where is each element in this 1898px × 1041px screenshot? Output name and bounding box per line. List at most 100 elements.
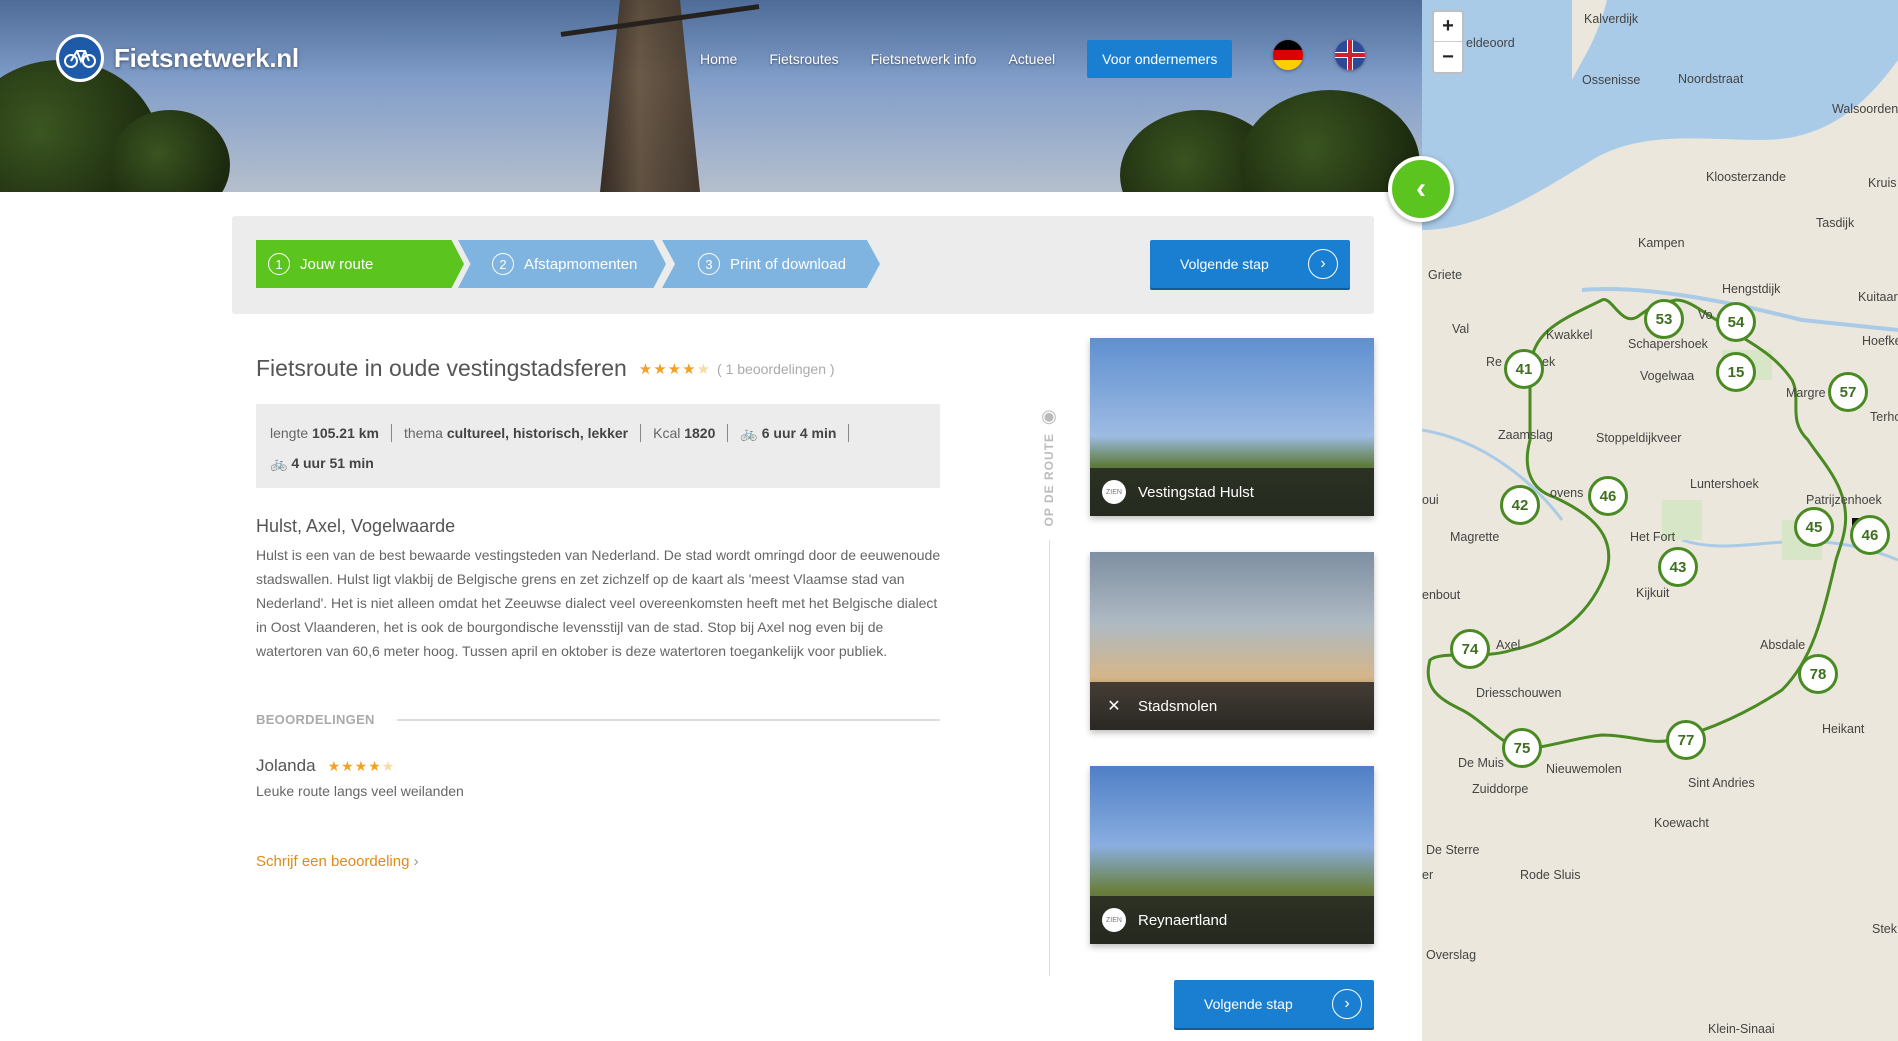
map-label: Rode Sluis bbox=[1520, 868, 1581, 882]
map-label: Re bbox=[1486, 355, 1502, 369]
poi-card[interactable]: ZIEN Reynaertland bbox=[1090, 766, 1374, 944]
stat-theme: thema cultureel, historisch, lekker bbox=[392, 424, 642, 442]
write-review-link[interactable]: Schrijf een beoordeling › bbox=[256, 853, 419, 870]
zoom-in-button[interactable]: + bbox=[1434, 12, 1462, 42]
map-label: Luntershoek bbox=[1690, 477, 1759, 491]
node-15[interactable]: 15 bbox=[1716, 352, 1756, 392]
node-45[interactable]: 45 bbox=[1794, 507, 1834, 547]
nav-actueel[interactable]: Actueel bbox=[1008, 51, 1055, 67]
map-label: Vo bbox=[1698, 308, 1713, 322]
next-step-label: Volgende stap bbox=[1204, 996, 1293, 1012]
next-step-button-bottom[interactable]: Volgende stap › bbox=[1174, 980, 1374, 1028]
map-label: Stek bbox=[1872, 922, 1898, 936]
zoom-out-button[interactable]: − bbox=[1434, 42, 1462, 72]
side-label: ◉ OP DE ROUTE bbox=[1036, 406, 1062, 976]
map-label: Kampen bbox=[1638, 236, 1685, 250]
map-label: Klein-Sinaai bbox=[1708, 1022, 1775, 1036]
poi-card-caption: ✕ Stadsmolen bbox=[1090, 682, 1374, 730]
map-label: Kuitaar bbox=[1858, 290, 1898, 304]
collapse-map-button[interactable]: ‹ bbox=[1388, 156, 1454, 222]
node-77[interactable]: 77 bbox=[1666, 720, 1706, 760]
nav-home[interactable]: Home bbox=[700, 51, 737, 67]
header-shade bbox=[0, 0, 1422, 192]
node-74[interactable]: 74 bbox=[1450, 629, 1490, 669]
map-label: Tasdijk bbox=[1816, 216, 1855, 230]
site-logo[interactable]: Fietsnetwerk.nl bbox=[56, 34, 299, 82]
map-label: eldeoord bbox=[1466, 36, 1515, 50]
side-label-text: OP DE ROUTE bbox=[1042, 433, 1056, 527]
map-label: Terho bbox=[1870, 410, 1898, 424]
node-46[interactable]: 46 bbox=[1588, 476, 1628, 516]
map-label: oui bbox=[1422, 493, 1439, 507]
map-label: Ossenisse bbox=[1582, 73, 1641, 87]
route-title-row: Fietsroute in oude vestingstadsferen ★★★… bbox=[256, 355, 835, 382]
map-label: De Muis bbox=[1458, 756, 1504, 770]
review-item: Jolanda ★★★★★ bbox=[256, 756, 395, 776]
step-print-of-download[interactable]: 3 Print of download bbox=[662, 240, 880, 288]
node-78[interactable]: 78 bbox=[1798, 654, 1838, 694]
nav-fietsroutes[interactable]: Fietsroutes bbox=[769, 51, 838, 67]
node-43[interactable]: 43 bbox=[1658, 547, 1698, 587]
nav-voor-ondernemers-button[interactable]: Voor ondernemers bbox=[1087, 40, 1233, 78]
map-label: Het Fort bbox=[1630, 530, 1676, 544]
poi-card-title: Stadsmolen bbox=[1138, 697, 1218, 715]
rating-stars: ★★★★★ bbox=[638, 360, 712, 378]
next-step-button[interactable]: Volgende stap › bbox=[1150, 240, 1350, 288]
windmill-icon: ✕ bbox=[1107, 698, 1121, 715]
step-afstapmomenten[interactable]: 2 Afstapmomenten bbox=[458, 240, 666, 288]
poi-card-title: Reynaertland bbox=[1138, 911, 1228, 929]
zoom-control: + − bbox=[1432, 10, 1464, 74]
bicycle-icon: 🚲 bbox=[740, 425, 758, 441]
place-title: Hulst, Axel, Vogelwaarde bbox=[256, 516, 456, 536]
nav-fietsnetwerk-info[interactable]: Fietsnetwerk info bbox=[871, 51, 977, 67]
node-41[interactable]: 41 bbox=[1504, 349, 1544, 389]
node-75[interactable]: 75 bbox=[1502, 728, 1542, 768]
node-42[interactable]: 42 bbox=[1500, 485, 1540, 525]
map-label: Patrijzenhoek bbox=[1806, 493, 1882, 507]
chevron-right-icon: › bbox=[1332, 989, 1362, 1019]
map-label: Zuiddorpe bbox=[1472, 782, 1529, 796]
poi-card[interactable]: ✕ Stadsmolen bbox=[1090, 552, 1374, 730]
eye-icon: ◉ bbox=[1041, 406, 1057, 426]
node-46-finish[interactable]: 46 bbox=[1850, 515, 1890, 555]
map-label: Schapershoek bbox=[1628, 337, 1708, 351]
map-label: Walsoorden bbox=[1832, 102, 1898, 116]
route-title: Fietsroute in oude vestingstadsferen bbox=[256, 355, 627, 381]
chevron-left-icon: ‹ bbox=[1416, 172, 1426, 205]
zien-badge-icon: ZIEN bbox=[1102, 480, 1126, 504]
app-root: Fietsnetwerk.nl Home Fietsroutes Fietsne… bbox=[0, 0, 1898, 1041]
poi-card-title: Vestingstad Hulst bbox=[1138, 483, 1254, 501]
map-label: De Sterre bbox=[1426, 843, 1480, 857]
main-nav: Home Fietsroutes Fietsnetwerk info Actue… bbox=[700, 40, 1233, 78]
stat-bike-time: 🚲 6 uur 4 min bbox=[728, 424, 850, 442]
map-label: Noordstraat bbox=[1678, 72, 1744, 86]
stat-length: lengte 105.21 km bbox=[270, 424, 392, 442]
reviews-heading: BEOORDELINGEN bbox=[256, 712, 940, 727]
english-flag-icon[interactable] bbox=[1335, 40, 1365, 70]
review-text: Leuke route langs veel weilanden bbox=[256, 783, 464, 799]
map-label: Driesschouwen bbox=[1476, 686, 1562, 700]
next-step-label: Volgende stap bbox=[1180, 256, 1269, 272]
review-stars: ★★★★★ bbox=[327, 757, 396, 774]
node-53[interactable]: 53 bbox=[1644, 299, 1684, 339]
route-map[interactable]: + − Kalverdijk eldeoord Ossenisse Noords… bbox=[1422, 0, 1898, 1041]
map-label: Val bbox=[1452, 322, 1470, 336]
route-stats: lengte 105.21 km thema cultureel, histori… bbox=[256, 404, 940, 488]
step-number: 1 bbox=[268, 253, 290, 275]
water bbox=[1422, 0, 1898, 230]
step-number: 2 bbox=[492, 253, 514, 275]
map-label: Vogelwaa bbox=[1640, 369, 1695, 383]
map-label: Nieuwemolen bbox=[1546, 762, 1622, 776]
map-label: Koewacht bbox=[1654, 816, 1709, 830]
ebike-icon: 🚲 bbox=[270, 455, 288, 471]
step-jouw-route[interactable]: 1 Jouw route bbox=[256, 240, 464, 288]
node-57[interactable]: 57 bbox=[1828, 372, 1868, 412]
logo-text: Fietsnetwerk.nl bbox=[114, 42, 299, 73]
chevron-right-icon: › bbox=[1308, 249, 1338, 279]
rating-count[interactable]: ( 1 beoordelingen ) bbox=[717, 361, 835, 377]
node-54[interactable]: 54 bbox=[1716, 302, 1756, 342]
poi-card[interactable]: ZIEN Vestingstad Hulst bbox=[1090, 338, 1374, 516]
map-label: Sint Andries bbox=[1688, 776, 1755, 790]
german-flag-icon[interactable] bbox=[1273, 40, 1303, 70]
map-label: ovens bbox=[1550, 486, 1584, 500]
